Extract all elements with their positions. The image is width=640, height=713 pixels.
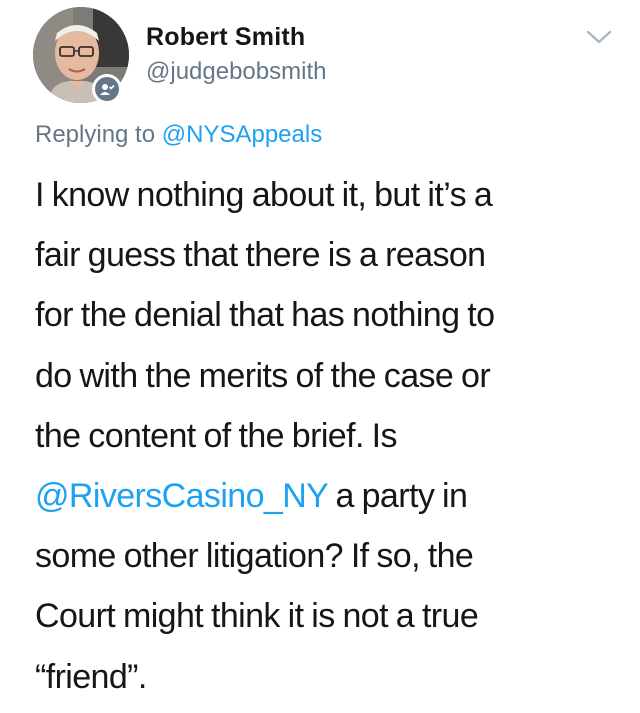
user-handle[interactable]: @judgebobsmith (146, 57, 326, 87)
verified-badge-icon (92, 74, 122, 104)
tweet: Robert Smith @judgebobsmith Replying to … (0, 0, 640, 713)
tweet-line: @RiversCasino_NY a party in (35, 466, 625, 526)
tweet-line: fair guess that there is a reason (35, 236, 486, 275)
display-name[interactable]: Robert Smith (146, 22, 305, 52)
tweet-line: do with the merits of the case or (35, 356, 491, 395)
reply-target-link[interactable]: @NYSAppeals (162, 121, 322, 148)
tweet-line: for the denial that has nothing to (35, 296, 495, 335)
tweet-line-rest: a party in (327, 477, 468, 516)
tweet-line: some other litigation? If so, the (35, 537, 474, 576)
chevron-down-icon[interactable] (585, 27, 613, 47)
tweet-line: “friend”. (35, 657, 147, 696)
mention-link[interactable]: @RiversCasino_NY (35, 477, 328, 515)
avatar-container[interactable] (33, 7, 129, 104)
replying-to-label: Replying to (35, 121, 162, 148)
tweet-line: Court might think it is not a true (35, 597, 479, 636)
tweet-text: I know nothing about it, but it’s a fair… (35, 165, 625, 707)
tweet-line: the content of the brief. Is (35, 416, 397, 455)
tweet-line: I know nothing about it, but it’s a (35, 176, 493, 214)
replying-to: Replying to @NYSAppeals (35, 120, 322, 150)
